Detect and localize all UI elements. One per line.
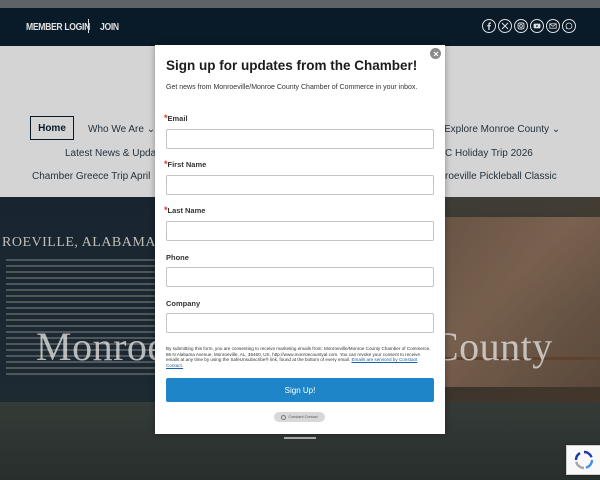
phone-label: Phone: [166, 253, 189, 262]
close-button[interactable]: [430, 48, 441, 59]
recaptcha-icon: [574, 450, 594, 470]
signup-button[interactable]: Sign Up!: [166, 378, 434, 402]
consent-text: By submitting this form, you are consent…: [166, 346, 434, 368]
last-name-field[interactable]: [166, 221, 434, 241]
first-name-field[interactable]: [166, 175, 434, 195]
company-field[interactable]: [166, 313, 434, 333]
constant-contact-badge-label: Constant Contact: [288, 415, 318, 419]
recaptcha-badge[interactable]: [566, 445, 600, 475]
company-label: Company: [166, 299, 201, 308]
email-field[interactable]: [166, 129, 434, 149]
constant-contact-icon: [281, 414, 287, 420]
first-name-label: *First Name: [164, 159, 206, 169]
constant-contact-badge[interactable]: Constant Contact: [274, 412, 325, 422]
phone-field[interactable]: [166, 267, 434, 287]
modal-title: Sign up for updates from the Chamber!: [166, 58, 418, 73]
last-name-label-text: Last Name: [167, 206, 206, 215]
modal-description: Get news from Monroeville/Monroe County …: [166, 84, 418, 91]
close-icon: [433, 51, 438, 56]
signup-modal: Sign up for updates from the Chamber! Ge…: [155, 45, 445, 434]
last-name-label: *Last Name: [164, 205, 205, 215]
email-label: *Email: [164, 113, 188, 123]
first-name-label-text: First Name: [167, 160, 207, 169]
email-label-text: Email: [167, 114, 188, 123]
